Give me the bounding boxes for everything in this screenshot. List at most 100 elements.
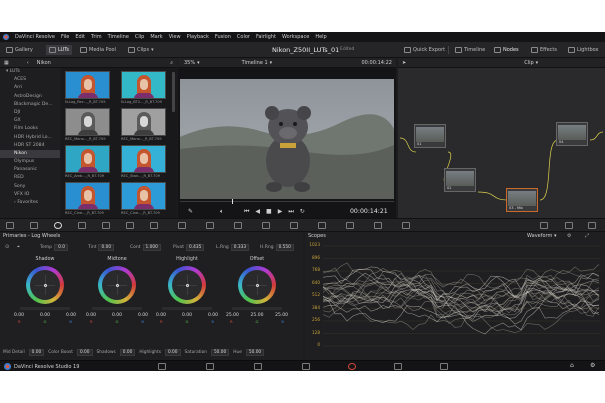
scrub-bar[interactable]: [180, 201, 394, 202]
highlight-r-value[interactable]: 0.00: [156, 313, 166, 318]
scope-expand-icon[interactable]: ⤢: [585, 233, 589, 239]
lut-thumbnail[interactable]: REC_Amb..._R_BT.709: [65, 145, 112, 180]
high-range-param[interactable]: H.Rng 0.550: [260, 243, 294, 252]
timeline-button[interactable]: Timeline: [455, 45, 485, 55]
lut-folder-item[interactable]: ACES: [0, 76, 60, 84]
lut-thumbnail[interactable]: REC_Mono..._R_BT.709: [121, 108, 168, 143]
clips-button[interactable]: Clips ▾: [128, 45, 154, 55]
lut-folder-item[interactable]: Film Looks: [0, 125, 60, 133]
motion-effects-icon[interactable]: [126, 222, 134, 229]
gallery-button[interactable]: Gallery: [6, 45, 33, 55]
quick-export-button[interactable]: Quick Export: [404, 45, 445, 55]
highlight-master-slider[interactable]: [162, 307, 212, 310]
3d-icon[interactable]: [402, 222, 410, 229]
menu-color[interactable]: Color: [237, 34, 250, 40]
deliver-page-tab[interactable]: [440, 363, 448, 370]
timeline-selector[interactable]: Timeline 1: [242, 60, 268, 66]
reset-icon[interactable]: ⊙: [5, 244, 9, 250]
midtone-r-value[interactable]: 0.00: [86, 313, 96, 318]
lut-folder-item[interactable]: RED: [0, 174, 60, 182]
menu-workspace[interactable]: Workspace: [282, 34, 309, 40]
chevron-down-icon[interactable]: ▾: [536, 60, 539, 66]
pointer-icon[interactable]: ➤: [402, 60, 406, 66]
mid-detail-value[interactable]: 0.00: [28, 349, 45, 356]
color-page-tab[interactable]: [348, 363, 356, 370]
lut-folder-item[interactable]: › Favorites: [0, 199, 60, 207]
chevron-down-icon[interactable]: ▾: [197, 60, 200, 66]
midtone-g-value[interactable]: 0.00: [112, 313, 122, 318]
lut-folder-item[interactable]: HDR ST 2084: [0, 142, 60, 150]
keyframes-icon[interactable]: [540, 222, 548, 229]
scope-settings-icon[interactable]: ⚙: [567, 233, 571, 239]
menu-mark[interactable]: Mark: [150, 34, 162, 40]
home-icon[interactable]: ⌂: [570, 362, 574, 369]
blur-icon[interactable]: [318, 222, 326, 229]
midtone-master-slider[interactable]: [92, 307, 142, 310]
offset-master-slider[interactable]: [232, 307, 282, 310]
menu-fairlight[interactable]: Fairlight: [256, 34, 276, 40]
menu-timeline[interactable]: Timeline: [108, 34, 129, 40]
settings-gear-icon[interactable]: ⚙: [590, 362, 595, 369]
stop-icon[interactable]: ■: [266, 208, 272, 216]
rgb-mixer-icon[interactable]: [102, 222, 110, 229]
hue-value[interactable]: 50.00: [245, 349, 265, 356]
lut-thumbnail[interactable]: REC_Stan..._R_BT.709: [121, 145, 168, 180]
skip-forward-icon[interactable]: ⏭︎: [288, 208, 293, 216]
lightbox-button[interactable]: Lightbox: [568, 45, 599, 55]
shadow-b-value[interactable]: 0.00: [66, 313, 76, 318]
chevron-down-icon[interactable]: ▾: [270, 60, 273, 66]
effects-button[interactable]: Effects: [531, 45, 557, 55]
highlight-g-value[interactable]: 0.00: [182, 313, 192, 318]
shadow-master-slider[interactable]: [20, 307, 70, 310]
pen-tool-icon[interactable]: ✎: [188, 208, 193, 215]
fairlight-page-tab[interactable]: [394, 363, 402, 370]
node-03-mix[interactable]: 03 - Mix: [506, 188, 538, 212]
play-icon[interactable]: ▶: [278, 208, 283, 216]
color-wheels-icon[interactable]: [54, 222, 62, 229]
curves-icon[interactable]: [150, 222, 158, 229]
lut-folder-item[interactable]: GX: [0, 117, 60, 125]
wheel-puck[interactable]: [185, 283, 189, 287]
lut-folder-item[interactable]: Olympus: [0, 158, 60, 166]
lut-thumbnail[interactable]: N-Log_Rec..._R_BT.709: [65, 71, 112, 106]
node-02[interactable]: 02: [444, 168, 476, 192]
media-pool-button[interactable]: Media Pool: [80, 45, 116, 55]
menu-file[interactable]: File: [61, 34, 69, 40]
cut-page-tab[interactable]: [206, 363, 214, 370]
lut-folder-item[interactable]: Arri: [0, 84, 60, 92]
shadow-g-value[interactable]: 0.00: [40, 313, 50, 318]
chevron-left-icon[interactable]: ‹: [27, 60, 29, 66]
lut-folder-item[interactable]: DJI: [0, 109, 60, 117]
low-range-param[interactable]: L.Rng 0.333: [216, 243, 250, 252]
search-icon[interactable]: ⌕: [170, 60, 173, 66]
hdr-wheels-icon[interactable]: [78, 222, 86, 229]
scope-mode-select[interactable]: Waveform ▾: [527, 233, 557, 239]
offset-g-value[interactable]: 25.00: [251, 313, 264, 318]
camera-raw-icon[interactable]: [6, 222, 14, 229]
lut-folder-item[interactable]: AstroDesign: [0, 93, 60, 101]
media-page-tab[interactable]: [158, 363, 166, 370]
volume-icon[interactable]: 🔈︎: [220, 208, 224, 216]
lut-folder-item[interactable]: Sony: [0, 183, 60, 191]
play-reverse-icon[interactable]: ◀: [255, 208, 260, 216]
lut-folder-item-selected[interactable]: Nikon: [0, 149, 60, 159]
lut-thumbnail[interactable]: N-Log_BT2..._R_BT.709: [121, 71, 168, 106]
menu-trim[interactable]: Trim: [91, 34, 102, 40]
magic-mask-icon[interactable]: [290, 222, 298, 229]
sizing-icon[interactable]: [374, 222, 382, 229]
highlights-value[interactable]: 0.00: [164, 349, 181, 356]
nodes-button[interactable]: Nodes: [494, 45, 519, 55]
playhead[interactable]: [232, 199, 233, 204]
pivot-param[interactable]: Pivot 0.435: [173, 243, 205, 252]
lut-folder-item[interactable]: Panasonic: [0, 166, 60, 174]
color-warper-icon[interactable]: [178, 222, 186, 229]
wheel-puck[interactable]: [115, 283, 119, 287]
fusion-page-tab[interactable]: [302, 363, 310, 370]
menu-playback[interactable]: Playback: [187, 34, 209, 40]
key-icon[interactable]: [346, 222, 354, 229]
node-01[interactable]: 01: [414, 124, 446, 148]
menu-help[interactable]: Help: [315, 34, 326, 40]
menu-fusion[interactable]: Fusion: [215, 34, 231, 40]
qualifier-icon[interactable]: [206, 222, 214, 229]
edit-page-tab[interactable]: [254, 363, 262, 370]
